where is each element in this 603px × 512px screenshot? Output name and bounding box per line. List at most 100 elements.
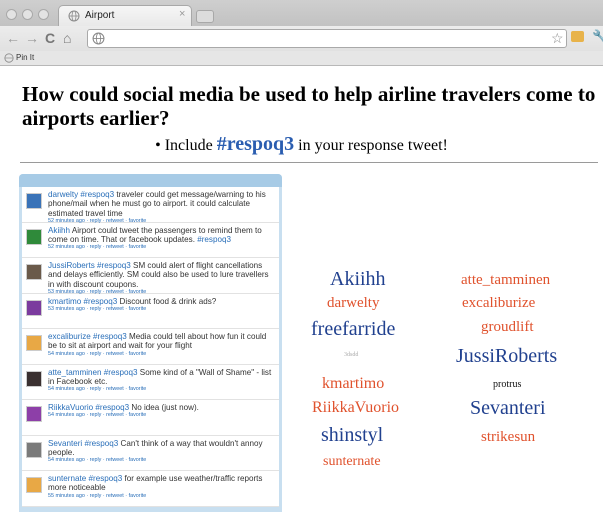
tweet-message: Discount food & drink ads? [117,296,217,306]
globe-icon [4,53,14,63]
cloud-word[interactable]: Sevanteri [470,398,546,418]
tweet-hashtag[interactable]: #respoq3 [97,261,131,270]
tweet-hashtag[interactable]: #respoq3 [104,368,138,377]
instruction-prefix: • Include [155,137,213,154]
tweet-text: sunternate #respoq3 for example use weat… [48,474,276,500]
tweet-row: kmartimo #respoq3 Discount food & drink … [22,293,279,329]
tweet-row: RiikkaVuorio #respoq3 No idea (just now)… [22,400,279,436]
avatar[interactable] [26,264,42,280]
cloud-word[interactable]: kmartimo [322,376,384,392]
tweet-text: darwelty #respoq3 traveler could get mes… [48,190,276,225]
cloud-word[interactable]: darwelty [327,296,379,311]
tweet-username[interactable]: excaliburize [48,332,93,341]
tweet-hashtag[interactable]: #respoq3 [93,332,127,341]
back-icon[interactable]: ← [6,31,20,45]
tweet-meta[interactable]: 54 minutes ago · reply · retweet · favor… [48,457,276,464]
tweet-text: RiikkaVuorio #respoq3 No idea (just now)… [48,403,276,419]
avatar[interactable] [26,228,42,245]
forward-icon[interactable]: → [25,31,39,45]
tweet-message: No idea (just now). [129,403,199,412]
tweet-meta[interactable]: 53 minutes ago · reply · retweet · favor… [48,306,276,313]
cloud-word[interactable]: excaliburize [462,296,535,311]
tweet-text: Akiihh Airport could tweet the passenger… [48,226,276,252]
tweet-username[interactable]: atte_tamminen [48,368,104,377]
tab-airport[interactable]: Airport × [58,5,192,26]
cloud-word[interactable]: 3dsdd [344,352,358,358]
bookmark-star-icon[interactable]: ☆ [551,30,564,47]
minimize-window-button[interactable] [22,9,33,20]
tweet-row: atte_tamminen #respoq3 Some kind of a "W… [22,364,279,400]
tweet-text: JussiRoberts #respoq3 SM could alert of … [48,261,276,296]
avatar[interactable] [26,441,42,458]
tweet-row: sunternate #respoq3 for example use weat… [22,471,279,507]
close-tab-icon[interactable]: × [179,8,185,20]
avatar[interactable] [26,193,42,209]
tweet-text: atte_tamminen #respoq3 Some kind of a "W… [48,368,276,394]
extension-icon[interactable] [571,31,584,42]
tweet-row: JussiRoberts #respoq3 SM could alert of … [22,258,279,296]
cloud-word[interactable]: atte_tamminen [461,273,550,288]
cloud-word[interactable]: protrus [493,380,521,390]
tweet-meta[interactable]: 52 minutes ago · reply · retweet · favor… [48,244,276,251]
new-tab-button[interactable] [196,10,214,23]
avatar[interactable] [26,335,42,351]
cloud-word[interactable]: sunternate [323,455,381,469]
reload-icon[interactable]: C [45,31,55,45]
globe-icon [92,32,105,45]
tweet-stream-widget: darwelty #respoq3 traveler could get mes… [19,174,282,512]
tweet-username[interactable]: RiikkaVuorio [48,403,95,412]
cloud-word[interactable]: shinstyl [321,425,383,445]
tweet-meta[interactable]: 54 minutes ago · reply · retweet · favor… [48,386,276,393]
tweet-username[interactable]: Akiihh [48,226,72,235]
zoom-window-button[interactable] [38,9,49,20]
tweet-hashtag[interactable]: #respoq3 [95,403,129,412]
tweet-username[interactable]: kmartimo [48,297,84,306]
address-bar[interactable] [87,29,567,48]
tweet-text: Sevanteri #respoq3 Can't think of a way … [48,439,276,465]
home-icon[interactable]: ⌂ [63,31,71,45]
tweet-username[interactable]: darwelty [48,190,80,199]
tweet-text: excaliburize #respoq3 Media could tell a… [48,332,276,358]
globe-icon [68,10,80,22]
cloud-word[interactable]: freefarride [311,319,395,339]
tweet-meta[interactable]: 55 minutes ago · reply · retweet · favor… [48,493,276,500]
tweet-meta[interactable]: 54 minutes ago · reply · retweet · favor… [48,351,276,358]
tweet-text: kmartimo #respoq3 Discount food & drink … [48,297,276,313]
tweet-hashtag[interactable]: #respoq3 [84,297,118,306]
tweet-row: darwelty #respoq3 traveler could get mes… [22,187,279,225]
cloud-word[interactable]: Akiihh [330,269,386,289]
cloud-word[interactable]: RiikkaVuorio [312,400,399,416]
tweet-row: Sevanteri #respoq3 Can't think of a way … [22,435,279,471]
hashtag: #respoq3 [216,133,295,155]
bookmark-pin-it[interactable]: Pin It [16,53,34,62]
cloud-word[interactable]: groudlift [481,320,534,335]
tweet-meta[interactable]: 54 minutes ago · reply · retweet · favor… [48,412,276,419]
widget-header [19,174,282,187]
tweet-row: excaliburize #respoq3 Media could tell a… [22,329,279,365]
avatar[interactable] [26,406,42,422]
avatar[interactable] [26,477,42,493]
avatar[interactable] [26,370,42,387]
tweet-hashtag[interactable]: #respoq3 [80,190,114,199]
tweet-username[interactable]: Sevanteri [48,439,84,448]
tab-bar: Airport × [0,0,603,26]
page-title: How could social media be used to help a… [22,82,596,130]
tweet-hashtag[interactable]: #respoq3 [197,235,231,244]
tweet-username[interactable]: sunternate [48,474,89,483]
cloud-word[interactable]: strikesun [481,430,535,445]
instruction-line: • Include #respoq3 in your response twee… [0,133,603,156]
tweet-hashtag[interactable]: #respoq3 [84,439,118,448]
wrench-icon[interactable]: 🔧 [592,29,603,45]
tweet-list[interactable]: darwelty #respoq3 traveler could get mes… [22,187,279,507]
cloud-word[interactable]: JussiRoberts [456,346,557,366]
tweet-hashtag[interactable]: #respoq3 [89,474,123,483]
tab-title: Airport [85,10,115,21]
bookmarks-bar: Pin It [0,51,603,66]
avatar[interactable] [26,299,42,316]
divider [20,162,598,163]
tweet-row: Akiihh Airport could tweet the passenger… [22,222,279,258]
instruction-suffix: in your response tweet! [298,137,448,154]
toolbar: ← → C ⌂ [0,26,603,51]
tweet-username[interactable]: JussiRoberts [48,261,97,270]
close-window-button[interactable] [6,9,17,20]
